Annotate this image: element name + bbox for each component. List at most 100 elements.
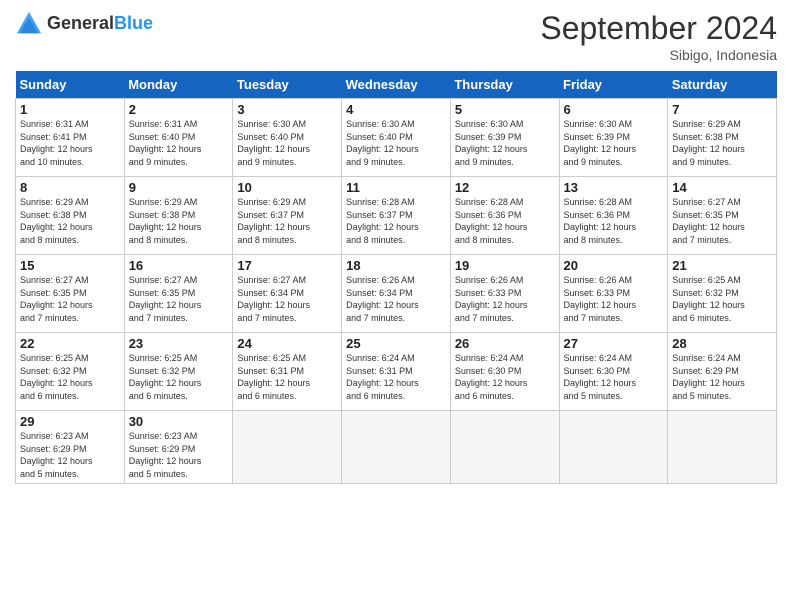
day-info: Sunrise: 6:30 AMSunset: 6:39 PMDaylight:…: [564, 118, 664, 168]
table-cell: [342, 411, 451, 484]
day-number: 16: [129, 258, 229, 273]
day-number: 20: [564, 258, 664, 273]
day-info: Sunrise: 6:24 AMSunset: 6:31 PMDaylight:…: [346, 352, 446, 402]
day-info: Sunrise: 6:25 AMSunset: 6:31 PMDaylight:…: [237, 352, 337, 402]
table-cell: 18Sunrise: 6:26 AMSunset: 6:34 PMDayligh…: [342, 255, 451, 333]
day-number: 22: [20, 336, 120, 351]
day-info: Sunrise: 6:27 AMSunset: 6:35 PMDaylight:…: [672, 196, 772, 246]
day-info: Sunrise: 6:24 AMSunset: 6:29 PMDaylight:…: [672, 352, 772, 402]
day-number: 17: [237, 258, 337, 273]
day-number: 7: [672, 102, 772, 117]
logo-general: General: [47, 14, 114, 34]
table-cell: 24Sunrise: 6:25 AMSunset: 6:31 PMDayligh…: [233, 333, 342, 411]
day-info: Sunrise: 6:28 AMSunset: 6:36 PMDaylight:…: [564, 196, 664, 246]
day-number: 23: [129, 336, 229, 351]
table-cell: 3Sunrise: 6:30 AMSunset: 6:40 PMDaylight…: [233, 99, 342, 177]
table-cell: 5Sunrise: 6:30 AMSunset: 6:39 PMDaylight…: [450, 99, 559, 177]
day-number: 2: [129, 102, 229, 117]
day-number: 8: [20, 180, 120, 195]
day-number: 5: [455, 102, 555, 117]
day-info: Sunrise: 6:26 AMSunset: 6:34 PMDaylight:…: [346, 274, 446, 324]
day-number: 3: [237, 102, 337, 117]
title-area: September 2024 Sibigo, Indonesia: [540, 10, 777, 63]
table-cell: 9Sunrise: 6:29 AMSunset: 6:38 PMDaylight…: [124, 177, 233, 255]
calendar-container: GeneralBlue September 2024 Sibigo, Indon…: [0, 0, 792, 494]
day-number: 13: [564, 180, 664, 195]
header-row: Sunday Monday Tuesday Wednesday Thursday…: [16, 71, 777, 99]
col-wednesday: Wednesday: [342, 71, 451, 99]
logo-blue: Blue: [114, 14, 153, 34]
col-monday: Monday: [124, 71, 233, 99]
day-number: 6: [564, 102, 664, 117]
day-number: 14: [672, 180, 772, 195]
day-info: Sunrise: 6:26 AMSunset: 6:33 PMDaylight:…: [455, 274, 555, 324]
table-cell: 25Sunrise: 6:24 AMSunset: 6:31 PMDayligh…: [342, 333, 451, 411]
table-cell: [450, 411, 559, 484]
day-info: Sunrise: 6:30 AMSunset: 6:40 PMDaylight:…: [237, 118, 337, 168]
day-number: 4: [346, 102, 446, 117]
day-info: Sunrise: 6:24 AMSunset: 6:30 PMDaylight:…: [455, 352, 555, 402]
table-cell: 20Sunrise: 6:26 AMSunset: 6:33 PMDayligh…: [559, 255, 668, 333]
day-info: Sunrise: 6:27 AMSunset: 6:35 PMDaylight:…: [129, 274, 229, 324]
table-cell: 22Sunrise: 6:25 AMSunset: 6:32 PMDayligh…: [16, 333, 125, 411]
col-sunday: Sunday: [16, 71, 125, 99]
day-info: Sunrise: 6:29 AMSunset: 6:38 PMDaylight:…: [129, 196, 229, 246]
table-cell: 13Sunrise: 6:28 AMSunset: 6:36 PMDayligh…: [559, 177, 668, 255]
day-info: Sunrise: 6:26 AMSunset: 6:33 PMDaylight:…: [564, 274, 664, 324]
day-info: Sunrise: 6:25 AMSunset: 6:32 PMDaylight:…: [20, 352, 120, 402]
day-number: 15: [20, 258, 120, 273]
day-number: 24: [237, 336, 337, 351]
day-info: Sunrise: 6:29 AMSunset: 6:38 PMDaylight:…: [20, 196, 120, 246]
day-info: Sunrise: 6:29 AMSunset: 6:38 PMDaylight:…: [672, 118, 772, 168]
day-info: Sunrise: 6:31 AMSunset: 6:41 PMDaylight:…: [20, 118, 120, 168]
day-number: 19: [455, 258, 555, 273]
day-info: Sunrise: 6:24 AMSunset: 6:30 PMDaylight:…: [564, 352, 664, 402]
day-info: Sunrise: 6:30 AMSunset: 6:39 PMDaylight:…: [455, 118, 555, 168]
day-number: 11: [346, 180, 446, 195]
logo-text: GeneralBlue: [47, 14, 153, 34]
day-info: Sunrise: 6:31 AMSunset: 6:40 PMDaylight:…: [129, 118, 229, 168]
day-number: 9: [129, 180, 229, 195]
table-cell: 4Sunrise: 6:30 AMSunset: 6:40 PMDaylight…: [342, 99, 451, 177]
table-cell: 11Sunrise: 6:28 AMSunset: 6:37 PMDayligh…: [342, 177, 451, 255]
table-cell: 14Sunrise: 6:27 AMSunset: 6:35 PMDayligh…: [668, 177, 777, 255]
day-number: 28: [672, 336, 772, 351]
table-cell: 28Sunrise: 6:24 AMSunset: 6:29 PMDayligh…: [668, 333, 777, 411]
day-info: Sunrise: 6:28 AMSunset: 6:36 PMDaylight:…: [455, 196, 555, 246]
table-cell: [233, 411, 342, 484]
day-info: Sunrise: 6:29 AMSunset: 6:37 PMDaylight:…: [237, 196, 337, 246]
day-number: 18: [346, 258, 446, 273]
day-info: Sunrise: 6:30 AMSunset: 6:40 PMDaylight:…: [346, 118, 446, 168]
table-cell: 26Sunrise: 6:24 AMSunset: 6:30 PMDayligh…: [450, 333, 559, 411]
day-info: Sunrise: 6:23 AMSunset: 6:29 PMDaylight:…: [20, 430, 120, 480]
logo-icon: [15, 10, 43, 38]
day-number: 27: [564, 336, 664, 351]
logo: GeneralBlue: [15, 10, 153, 38]
table-cell: 16Sunrise: 6:27 AMSunset: 6:35 PMDayligh…: [124, 255, 233, 333]
table-cell: 10Sunrise: 6:29 AMSunset: 6:37 PMDayligh…: [233, 177, 342, 255]
table-cell: [668, 411, 777, 484]
table-cell: 23Sunrise: 6:25 AMSunset: 6:32 PMDayligh…: [124, 333, 233, 411]
table-cell: 6Sunrise: 6:30 AMSunset: 6:39 PMDaylight…: [559, 99, 668, 177]
calendar-table: Sunday Monday Tuesday Wednesday Thursday…: [15, 71, 777, 484]
day-info: Sunrise: 6:23 AMSunset: 6:29 PMDaylight:…: [129, 430, 229, 480]
table-cell: 8Sunrise: 6:29 AMSunset: 6:38 PMDaylight…: [16, 177, 125, 255]
day-number: 30: [129, 414, 229, 429]
table-cell: 21Sunrise: 6:25 AMSunset: 6:32 PMDayligh…: [668, 255, 777, 333]
col-tuesday: Tuesday: [233, 71, 342, 99]
day-info: Sunrise: 6:25 AMSunset: 6:32 PMDaylight:…: [672, 274, 772, 324]
col-saturday: Saturday: [668, 71, 777, 99]
table-cell: 1Sunrise: 6:31 AMSunset: 6:41 PMDaylight…: [16, 99, 125, 177]
day-number: 21: [672, 258, 772, 273]
col-thursday: Thursday: [450, 71, 559, 99]
day-info: Sunrise: 6:28 AMSunset: 6:37 PMDaylight:…: [346, 196, 446, 246]
table-cell: 30Sunrise: 6:23 AMSunset: 6:29 PMDayligh…: [124, 411, 233, 484]
day-info: Sunrise: 6:25 AMSunset: 6:32 PMDaylight:…: [129, 352, 229, 402]
day-number: 25: [346, 336, 446, 351]
location: Sibigo, Indonesia: [540, 47, 777, 63]
table-cell: 12Sunrise: 6:28 AMSunset: 6:36 PMDayligh…: [450, 177, 559, 255]
col-friday: Friday: [559, 71, 668, 99]
day-number: 29: [20, 414, 120, 429]
day-info: Sunrise: 6:27 AMSunset: 6:35 PMDaylight:…: [20, 274, 120, 324]
day-info: Sunrise: 6:27 AMSunset: 6:34 PMDaylight:…: [237, 274, 337, 324]
